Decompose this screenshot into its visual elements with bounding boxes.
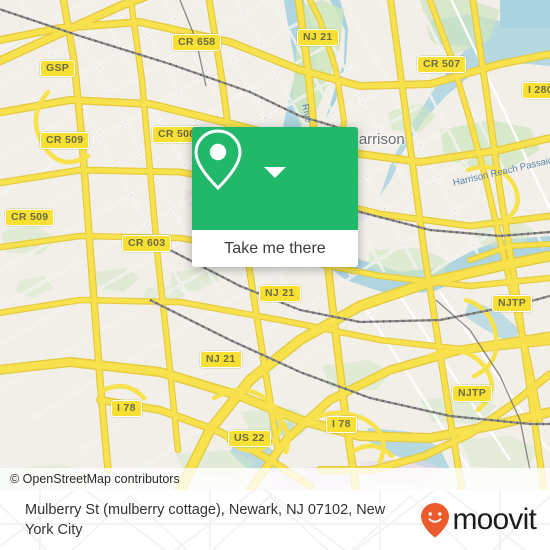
road-shield[interactable]: GSP: [40, 60, 76, 77]
osm-attribution-text[interactable]: © OpenStreetMap contributors: [0, 472, 180, 486]
callout-pointer: [264, 167, 286, 178]
take-me-there-button[interactable]: Take me there: [192, 230, 358, 267]
moovit-pin-smiley-icon: [421, 503, 450, 538]
road-shield[interactable]: CR 603: [122, 235, 172, 252]
road-shield[interactable]: I 78: [326, 416, 357, 433]
moovit-wordmark: moovit: [452, 503, 536, 536]
road-shield[interactable]: I 78: [111, 400, 142, 417]
map-pin-icon: [194, 129, 242, 191]
road-shield[interactable]: I 280: [522, 82, 550, 99]
footer-bar: Mulberry St (mulberry cottage), Newark, …: [0, 490, 550, 550]
road-shield[interactable]: NJTP: [452, 385, 493, 402]
map-attribution-bar: © OpenStreetMap contributors: [0, 468, 550, 490]
road-shield[interactable]: NJ 21: [297, 29, 339, 46]
road-shield[interactable]: CR 509: [5, 209, 55, 226]
take-me-there-label: Take me there: [224, 239, 326, 257]
map-screenshot-root: CR 658 NJ 21 CR 507 GSP I 280 CR 509 CR …: [0, 0, 550, 550]
road-shield[interactable]: CR 658: [172, 34, 222, 51]
map-canvas[interactable]: CR 658 NJ 21 CR 507 GSP I 280 CR 509 CR …: [0, 0, 550, 490]
location-caption: Mulberry St (mulberry cottage), Newark, …: [25, 502, 386, 538]
road-shield[interactable]: CR 507: [417, 56, 467, 73]
road-shield[interactable]: US 22: [228, 430, 271, 447]
road-shield[interactable]: NJ 21: [259, 285, 301, 302]
moovit-logo[interactable]: moovit: [420, 502, 537, 538]
location-callout-card[interactable]: Take me there: [192, 127, 358, 267]
callout-header: [192, 127, 358, 230]
road-shield[interactable]: NJ 21: [200, 351, 242, 368]
road-shield[interactable]: CR 509: [40, 132, 90, 149]
road-shield[interactable]: NJTP: [492, 295, 533, 312]
